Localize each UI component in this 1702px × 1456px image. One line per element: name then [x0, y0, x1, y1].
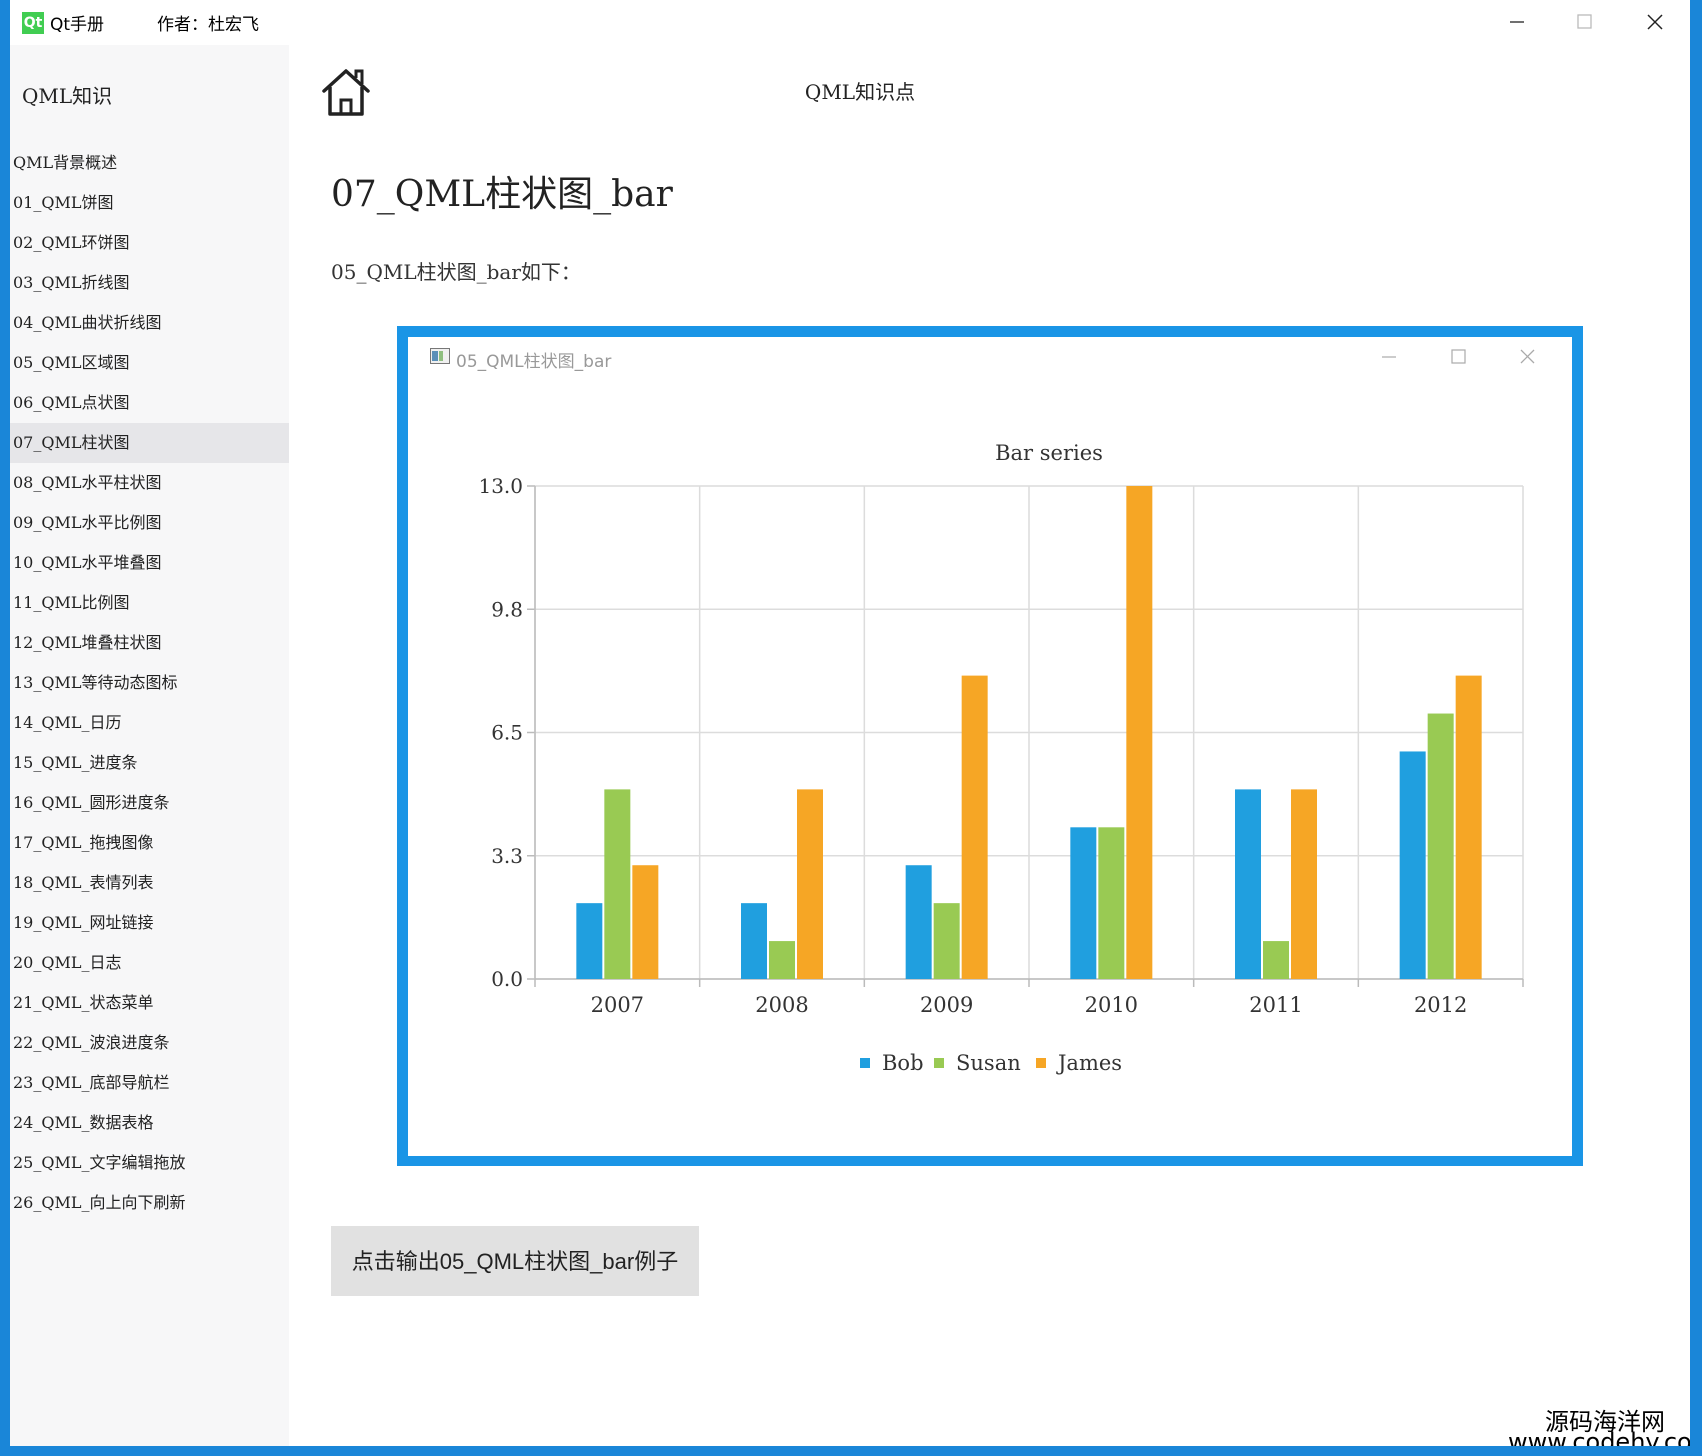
bar-susan: [1263, 941, 1289, 979]
sidebar-item[interactable]: 05_QML区域图: [10, 343, 289, 383]
sidebar-item[interactable]: 16_QML_圆形进度条: [10, 783, 289, 823]
app-window: Qt Qt手册 作者：杜宏飞 QML知识 QML背景概述 01_QML饼图 02_Q…: [10, 0, 1690, 1446]
sidebar-title: QML知识: [22, 84, 113, 108]
maximize-icon[interactable]: [1551, 0, 1619, 45]
bar-james: [632, 865, 659, 979]
y-tick-label: 6.5: [491, 721, 523, 745]
minimize-icon[interactable]: [1483, 0, 1551, 45]
sidebar-item[interactable]: 17_QML_拖拽图像: [10, 823, 289, 863]
bar-james: [1291, 789, 1317, 979]
sidebar-item[interactable]: 02_QML环饼图: [10, 223, 289, 263]
bar-susan: [1427, 713, 1454, 979]
legend-label: Bob: [882, 1051, 924, 1075]
sidebar-item[interactable]: 13_QML等待动态图标: [10, 663, 289, 703]
sidebar-nav: QML背景概述 01_QML饼图 02_QML环饼图 03_QML折线图 04_QML曲…: [10, 143, 289, 1223]
y-tick-label: 13.0: [478, 474, 523, 498]
x-tick-label: 2007: [591, 993, 644, 1017]
bar-susan: [604, 789, 631, 979]
sidebar-item[interactable]: 10_QML水平堆叠图: [10, 543, 289, 583]
y-tick-label: 0.0: [491, 967, 523, 991]
chart-title: Bar series: [995, 441, 1103, 465]
y-tick-label: 3.3: [491, 844, 523, 868]
sidebar-item[interactable]: 23_QML_底部导航栏: [10, 1063, 289, 1103]
x-tick-label: 2009: [920, 993, 973, 1017]
qt-logo: Qt: [22, 12, 44, 34]
legend-label: James: [1056, 1051, 1122, 1075]
legend-swatch: [934, 1058, 944, 1068]
x-tick-label: 2008: [755, 993, 808, 1017]
x-tick-label: 2011: [1249, 993, 1302, 1017]
sidebar-item[interactable]: 14_QML_日历: [10, 703, 289, 743]
output-example-button[interactable]: 点击输出05_QML柱状图_bar例子: [331, 1226, 699, 1296]
sidebar-item[interactable]: 22_QML_波浪进度条: [10, 1023, 289, 1063]
title-bar: Qt Qt手册 作者：杜宏飞: [10, 0, 1690, 45]
x-tick-label: 2012: [1414, 993, 1467, 1017]
sidebar-item[interactable]: 20_QML_日志: [10, 943, 289, 983]
sidebar-item[interactable]: 19_QML_网址链接: [10, 903, 289, 943]
bar-bob: [905, 865, 932, 979]
sidebar-item[interactable]: 15_QML_进度条: [10, 743, 289, 783]
app-title: Qt手册: [50, 15, 105, 35]
sidebar-item[interactable]: 12_QML堆叠柱状图: [10, 623, 289, 663]
sidebar-item[interactable]: 18_QML_表情列表: [10, 863, 289, 903]
bar-susan: [933, 903, 960, 979]
watermark-url: www.codehy.com: [1508, 1428, 1690, 1446]
sidebar-item[interactable]: QML背景概述: [10, 143, 289, 183]
sidebar-item[interactable]: 26_QML_向上向下刷新: [10, 1183, 289, 1223]
bar-bob: [741, 903, 767, 979]
sidebar-item[interactable]: 09_QML水平比例图: [10, 503, 289, 543]
author-label: 作者：杜宏飞: [157, 15, 259, 35]
bar-bob: [1399, 751, 1426, 979]
bar-chart: 0.0 3.3 6.5 9.8 13.0 2007 2008 2009 2010 2011 2012…: [478, 441, 1524, 1075]
bar-susan: [1098, 827, 1125, 979]
legend-swatch: [860, 1058, 870, 1068]
sidebar-item[interactable]: 06_QML点状图: [10, 383, 289, 423]
bar-bob: [1070, 827, 1097, 979]
sidebar-item[interactable]: 25_QML_文字编辑拖放: [10, 1143, 289, 1183]
bar-james: [961, 675, 988, 979]
x-tick-label: 2010: [1085, 993, 1138, 1017]
legend-swatch: [1036, 1058, 1046, 1068]
sidebar: QML知识 QML背景概述 01_QML饼图 02_QML环饼图 03_QML折线图 0…: [10, 45, 289, 1446]
sidebar-item[interactable]: 03_QML折线图: [10, 263, 289, 303]
bar-bob: [576, 903, 603, 979]
sidebar-item[interactable]: 01_QML饼图: [10, 183, 289, 223]
legend-label: Susan: [956, 1051, 1021, 1075]
bar-james: [797, 789, 823, 979]
close-icon[interactable]: [1621, 0, 1689, 45]
sidebar-item[interactable]: 11_QML比例图: [10, 583, 289, 623]
sidebar-item[interactable]: 07_QML柱状图: [10, 423, 289, 463]
sidebar-item[interactable]: 24_QML_数据表格: [10, 1103, 289, 1143]
bar-susan: [769, 941, 795, 979]
sidebar-item[interactable]: 08_QML水平柱状图: [10, 463, 289, 503]
sidebar-item[interactable]: 21_QML_状态菜单: [10, 983, 289, 1023]
bar-james: [1455, 675, 1482, 979]
bar-james: [1126, 486, 1153, 979]
y-tick-label: 9.8: [491, 597, 523, 621]
page-header-title: QML知识点: [804, 80, 916, 104]
page-title: 07_QML柱状图_bar: [331, 174, 673, 215]
bar-bob: [1235, 789, 1261, 979]
sidebar-item[interactable]: 04_QML曲状折线图: [10, 303, 289, 343]
intro-text: 05_QML柱状图_bar如下：: [331, 260, 581, 284]
home-icon[interactable]: [320, 66, 372, 118]
